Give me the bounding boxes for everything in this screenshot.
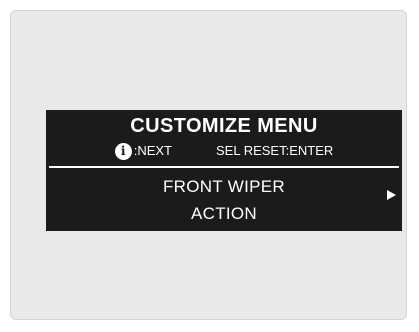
menu-item-label-line1: FRONT WIPER	[163, 177, 285, 196]
customize-menu-display: CUSTOMIZE MENU i :NEXT SEL RESET:ENTER F…	[46, 110, 402, 231]
menu-title: CUSTOMIZE MENU	[130, 115, 318, 137]
menu-item-label-line2: ACTION	[190, 204, 258, 223]
info-icon: i	[114, 142, 132, 160]
menu-item-front-wiper-action[interactable]: FRONT WIPER ACTION	[46, 168, 402, 229]
right-triangle-icon	[387, 190, 396, 200]
next-hint: :NEXT	[133, 143, 172, 158]
reset-hint: SEL RESET:ENTER	[216, 143, 334, 158]
button-hint-row: i :NEXT SEL RESET:ENTER	[46, 142, 402, 160]
menu-header: CUSTOMIZE MENU i :NEXT SEL RESET:ENTER	[46, 110, 402, 166]
